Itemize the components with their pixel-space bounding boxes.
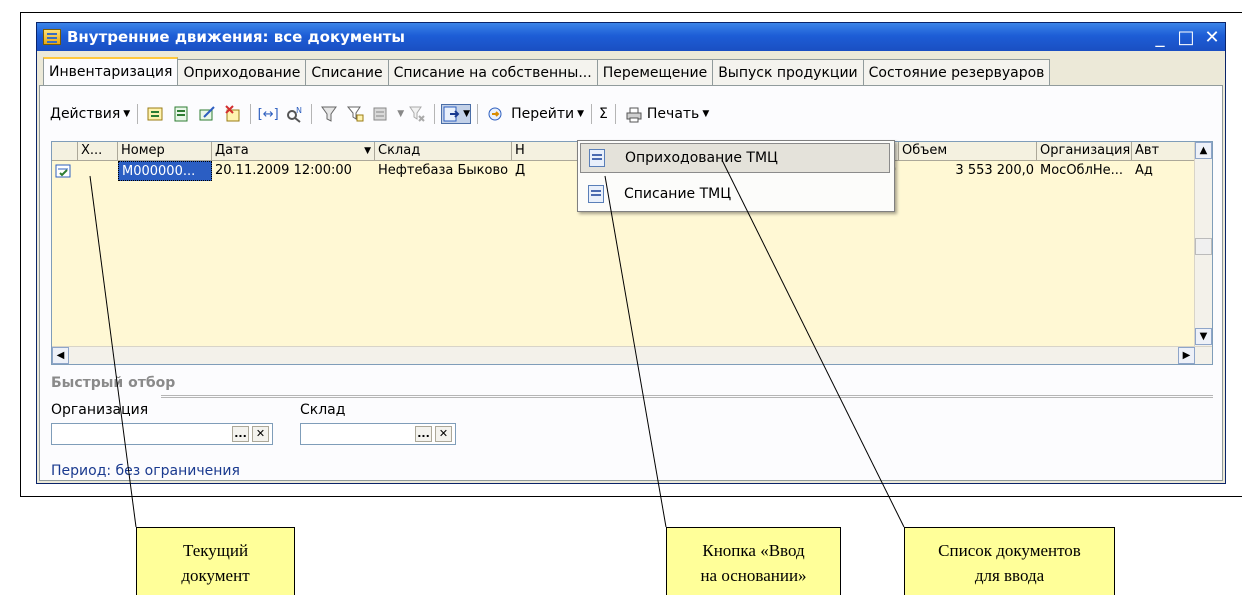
- callout-basis-button: Кнопка «Ввод на основании»: [666, 527, 841, 595]
- callout-document-list: Список документов для ввода: [904, 527, 1115, 595]
- leader-basis-button: [604, 175, 667, 528]
- callout-current-document: Текущий документ: [136, 527, 295, 595]
- leader-document-list: [721, 159, 905, 528]
- callout-line: Текущий: [182, 541, 249, 560]
- leader-current-document: [89, 175, 137, 528]
- callout-line: для ввода: [974, 566, 1045, 585]
- callout-line: Кнопка «Ввод: [702, 541, 805, 560]
- callout-line: Список документов: [938, 541, 1081, 560]
- callout-line: документ: [181, 566, 250, 585]
- callout-line: на основании»: [700, 566, 807, 585]
- callout-leader-lines: [89, 159, 905, 528]
